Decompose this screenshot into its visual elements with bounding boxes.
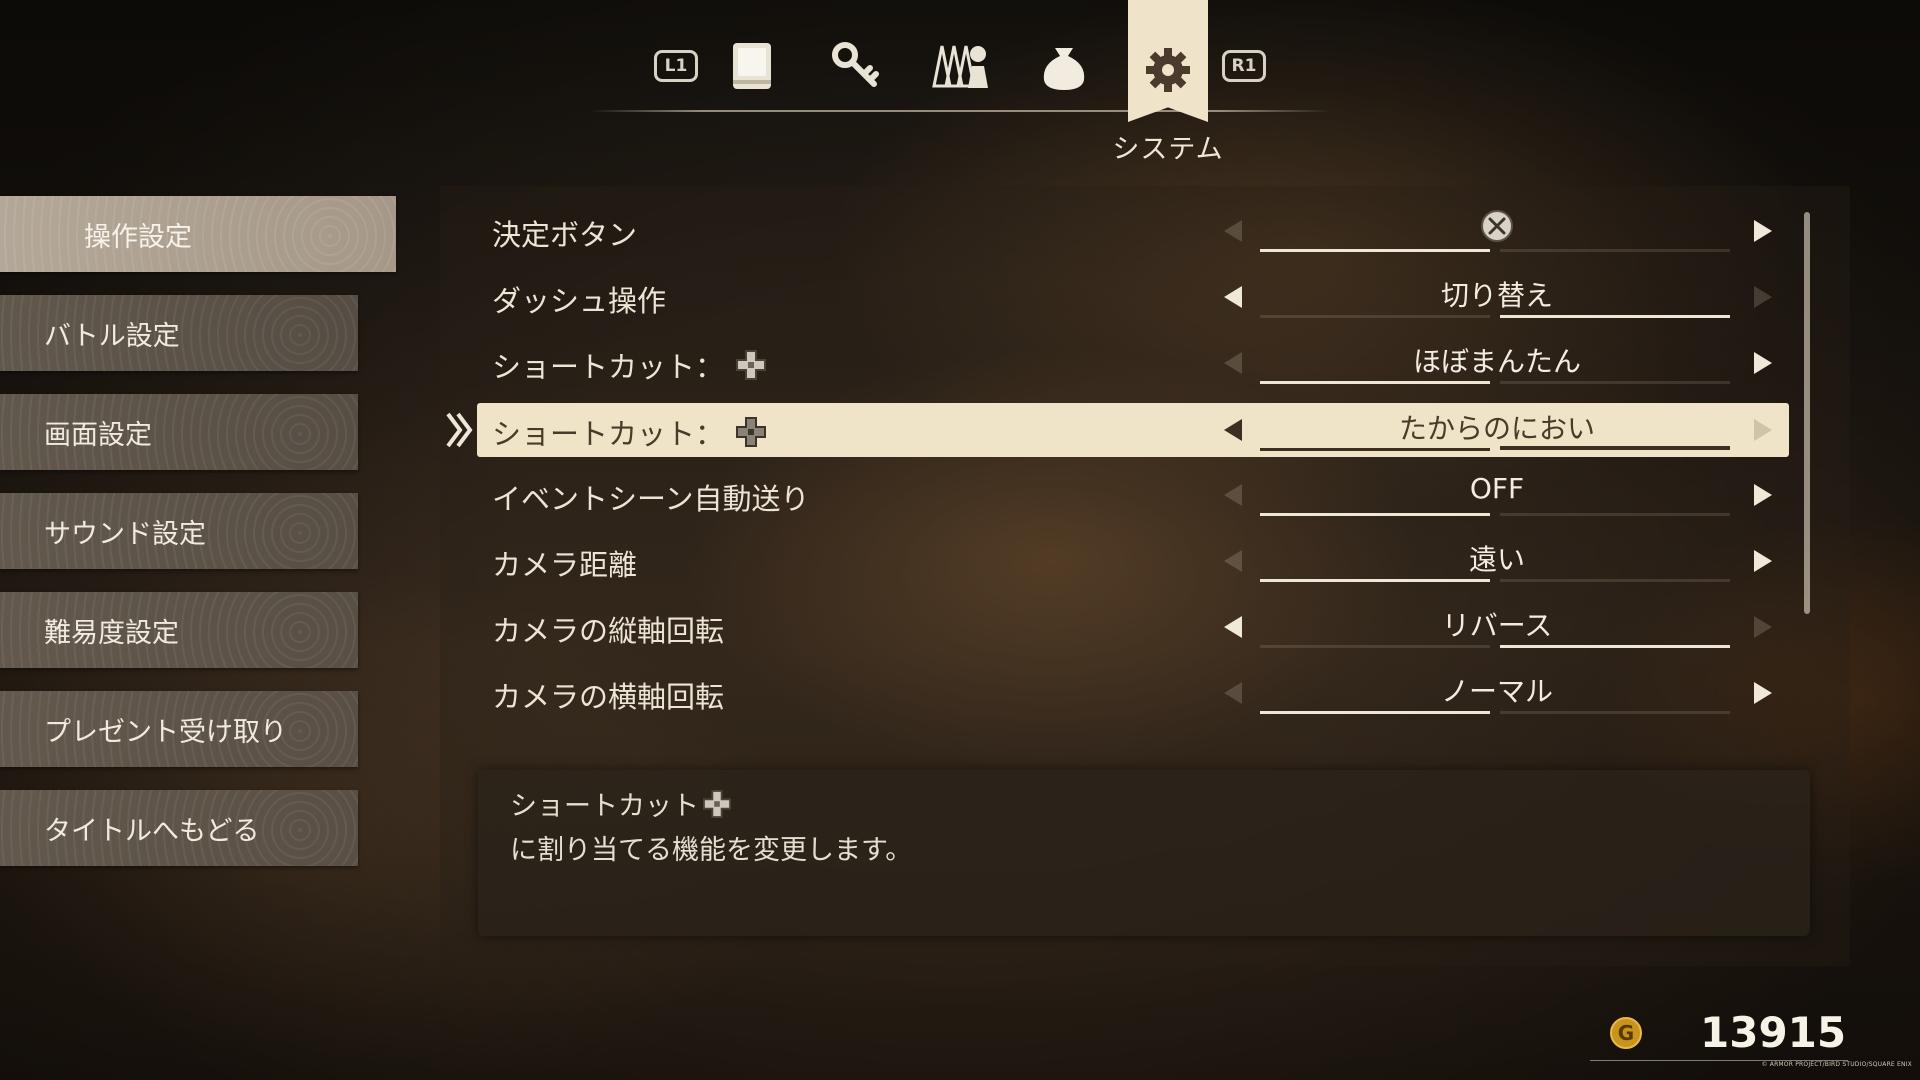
setting-value: ほぼまんたん <box>1412 345 1581 378</box>
option-track <box>1260 645 1730 648</box>
gold-amount: 13915 <box>1700 1008 1847 1057</box>
option-track <box>1260 711 1730 714</box>
arrow-left-icon[interactable] <box>1224 682 1242 704</box>
arrow-right-icon[interactable] <box>1754 220 1772 242</box>
arrow-right-icon[interactable] <box>1754 682 1772 704</box>
setting-value: 遠い <box>1468 543 1525 576</box>
sidebar-item-label: プレゼント受け取り <box>44 716 287 748</box>
top-tab-bar: L1 システム R1 <box>0 0 1920 170</box>
arrow-right-icon[interactable] <box>1754 419 1772 441</box>
arrow-left-icon[interactable] <box>1224 616 1242 638</box>
sidebar-item-controls[interactable]: 操作設定 <box>0 196 396 272</box>
setting-row-camera-vertical[interactable]: カメラの縦軸回転 リバース <box>478 602 1786 654</box>
sidebar-item-label: 操作設定 <box>84 221 192 253</box>
dpad-icon <box>736 350 767 380</box>
sidebar-item-label: バトル設定 <box>44 320 180 352</box>
setting-value <box>1260 208 1734 243</box>
arrow-right-icon[interactable] <box>1754 550 1772 572</box>
setting-row-shortcut-2[interactable]: ショートカット： たからのにおい <box>477 403 1789 457</box>
setting-label: ショートカット： <box>492 344 767 386</box>
l1-button[interactable]: L1 <box>654 50 698 82</box>
sidebar-item-present[interactable]: プレゼント受け取り <box>0 691 358 767</box>
sidebar-item-label: タイトルへもどる <box>44 815 260 847</box>
selection-cursor-icon <box>446 412 473 448</box>
setting-label: カメラの横軸回転 <box>492 680 725 714</box>
setting-row-event-auto[interactable]: イベントシーン自動送り OFF <box>478 470 1786 522</box>
dpad-icon <box>736 417 767 447</box>
option-track <box>1260 315 1730 318</box>
r1-button[interactable]: R1 <box>1222 50 1266 82</box>
dpad-icon <box>703 789 731 818</box>
sidebar-item-label: 画面設定 <box>44 419 152 451</box>
arrow-right-icon[interactable] <box>1754 484 1772 506</box>
settings-scrollbar[interactable] <box>1804 212 1810 614</box>
setting-row-camera-horizontal[interactable]: カメラの横軸回転 ノーマル <box>478 668 1786 720</box>
sidebar-item-screen[interactable]: 画面設定 <box>0 394 358 470</box>
setting-value: ノーマル <box>1440 675 1553 708</box>
option-track <box>1260 446 1730 451</box>
setting-row-shortcut-1[interactable]: ショートカット： ほぼまんたん <box>478 338 1786 390</box>
setting-value: たからのにおい <box>1398 412 1595 445</box>
option-track <box>1260 513 1730 516</box>
setting-value: 切り替え <box>1440 279 1553 312</box>
option-track <box>1260 249 1730 252</box>
setting-value: リバース <box>1441 609 1553 642</box>
option-track <box>1260 381 1730 384</box>
arrow-left-icon[interactable] <box>1224 550 1242 572</box>
arrow-right-icon[interactable] <box>1754 616 1772 638</box>
book-icon[interactable] <box>722 36 782 96</box>
setting-label: カメラの縦軸回転 <box>492 614 725 648</box>
sidebar-item-battle[interactable]: バトル設定 <box>0 295 358 371</box>
bag-icon[interactable] <box>1034 36 1094 96</box>
gold-coin-icon: G <box>1610 1017 1642 1049</box>
arrow-left-icon[interactable] <box>1224 286 1242 308</box>
arrow-right-icon[interactable] <box>1754 286 1772 308</box>
description-title: ショートカット <box>510 784 731 823</box>
party-icon[interactable] <box>930 36 990 96</box>
arrow-left-icon[interactable] <box>1224 220 1242 242</box>
key-icon[interactable] <box>826 36 886 96</box>
setting-value: OFF <box>1469 472 1525 505</box>
tab-system-label: システム <box>1112 134 1224 165</box>
setting-label: ショートカット： <box>492 411 767 453</box>
arrow-left-icon[interactable] <box>1224 352 1242 374</box>
description-box: ショートカット に割り当てる機能を変更します。 <box>478 770 1810 936</box>
setting-label: ダッシュ操作 <box>492 284 667 318</box>
description-body: に割り当てる機能を変更します。 <box>510 835 913 866</box>
setting-row-dash[interactable]: ダッシュ操作 切り替え <box>478 272 1786 324</box>
gear-icon <box>1138 40 1198 100</box>
sidebar-item-difficulty[interactable]: 難易度設定 <box>0 592 358 668</box>
sidebar-item-label: 難易度設定 <box>44 617 179 649</box>
option-track <box>1260 579 1730 582</box>
copyright-notice: © ARMOR PROJECT/BIRD STUDIO/SQUARE ENIX <box>1761 1061 1912 1068</box>
sidebar-item-label: サウンド設定 <box>44 518 206 550</box>
setting-row-confirm-button[interactable]: 決定ボタン <box>478 206 1786 258</box>
sidebar-item-title[interactable]: タイトルへもどる <box>0 790 358 866</box>
tab-bar-rule <box>590 110 1330 112</box>
arrow-right-icon[interactable] <box>1754 352 1772 374</box>
setting-label: 決定ボタン <box>492 218 638 252</box>
sidebar-item-sound[interactable]: サウンド設定 <box>0 493 358 569</box>
setting-label: カメラ距離 <box>492 548 638 582</box>
cross-button-icon <box>1481 210 1513 242</box>
arrow-left-icon[interactable] <box>1224 484 1242 506</box>
setting-label: イベントシーン自動送り <box>492 482 810 516</box>
arrow-left-icon[interactable] <box>1224 419 1242 441</box>
setting-row-camera-distance[interactable]: カメラ距離 遠い <box>478 536 1786 588</box>
